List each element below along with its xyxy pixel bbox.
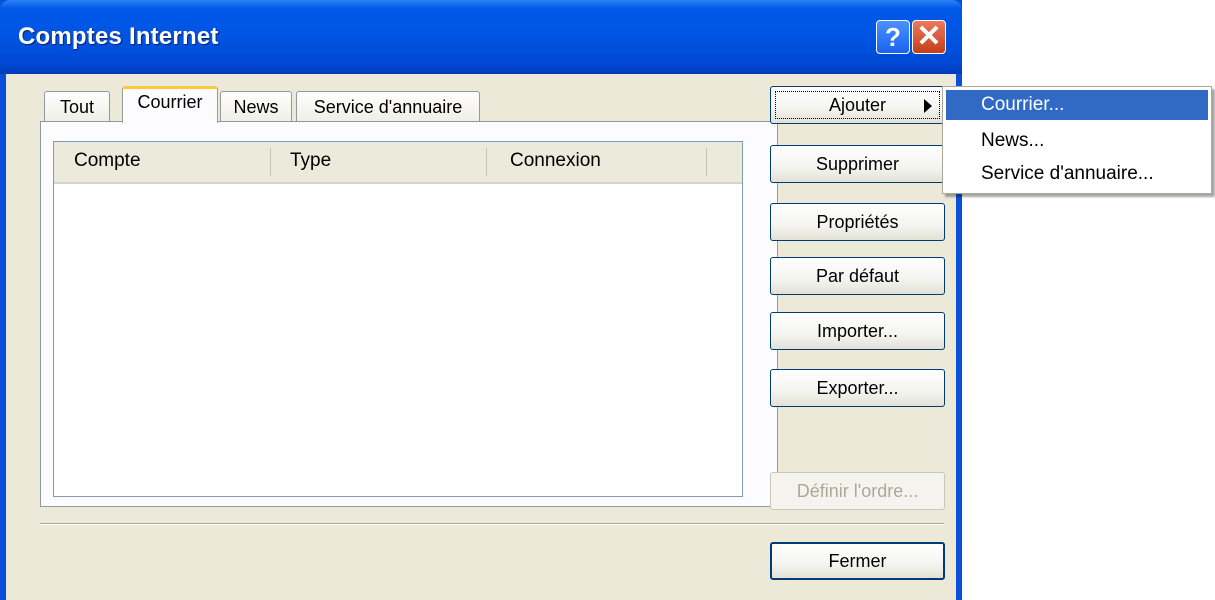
set-default-button[interactable]: Par défaut	[770, 257, 945, 295]
remove-button[interactable]: Supprimer	[770, 145, 945, 183]
window-title: Comptes Internet	[18, 23, 219, 50]
import-button[interactable]: Importer...	[770, 312, 945, 350]
close-window-button[interactable]: ✕	[912, 20, 946, 54]
dialog-separator	[40, 523, 944, 525]
submenu-arrow-icon	[924, 99, 932, 113]
menu-item-courrier[interactable]: Courrier...	[946, 90, 1208, 120]
export-button[interactable]: Exporter...	[770, 369, 945, 407]
dialog-client-area: Tout Courrier News Service d'annuaire Co…	[6, 74, 956, 600]
accounts-list[interactable]: Compte Type Connexion	[53, 141, 743, 497]
help-icon: ?	[885, 22, 901, 52]
dialog-window: Comptes Internet ? ✕ Tout Courrier News …	[0, 0, 962, 600]
list-header: Compte Type Connexion	[54, 142, 742, 184]
column-header-type[interactable]: Type	[290, 142, 331, 180]
properties-button[interactable]: Propriétés	[770, 203, 945, 241]
add-button-label: Ajouter	[828, 95, 887, 115]
close-icon: ✕	[916, 20, 942, 53]
close-button[interactable]: Fermer	[770, 542, 945, 580]
column-header-compte[interactable]: Compte	[74, 142, 141, 180]
tab-tout[interactable]: Tout	[44, 91, 110, 123]
tab-news[interactable]: News	[220, 91, 292, 123]
tab-courrier[interactable]: Courrier	[122, 86, 218, 123]
menu-item-news[interactable]: News...	[946, 126, 1208, 156]
column-header-connexion[interactable]: Connexion	[510, 142, 601, 180]
tab-service-annuaire[interactable]: Service d'annuaire	[296, 91, 480, 123]
menu-item-service-annuaire[interactable]: Service d'annuaire...	[946, 159, 1208, 189]
set-order-button[interactable]: Définir l'ordre...	[770, 472, 945, 510]
add-button[interactable]: Ajouter	[770, 86, 945, 124]
help-button[interactable]: ?	[876, 20, 910, 54]
title-bar[interactable]: Comptes Internet ? ✕	[0, 0, 962, 74]
add-submenu: Courrier... News... Service d'annuaire..…	[942, 86, 1212, 194]
column-separator[interactable]	[706, 148, 707, 176]
column-separator[interactable]	[270, 148, 271, 176]
column-separator[interactable]	[486, 148, 487, 176]
